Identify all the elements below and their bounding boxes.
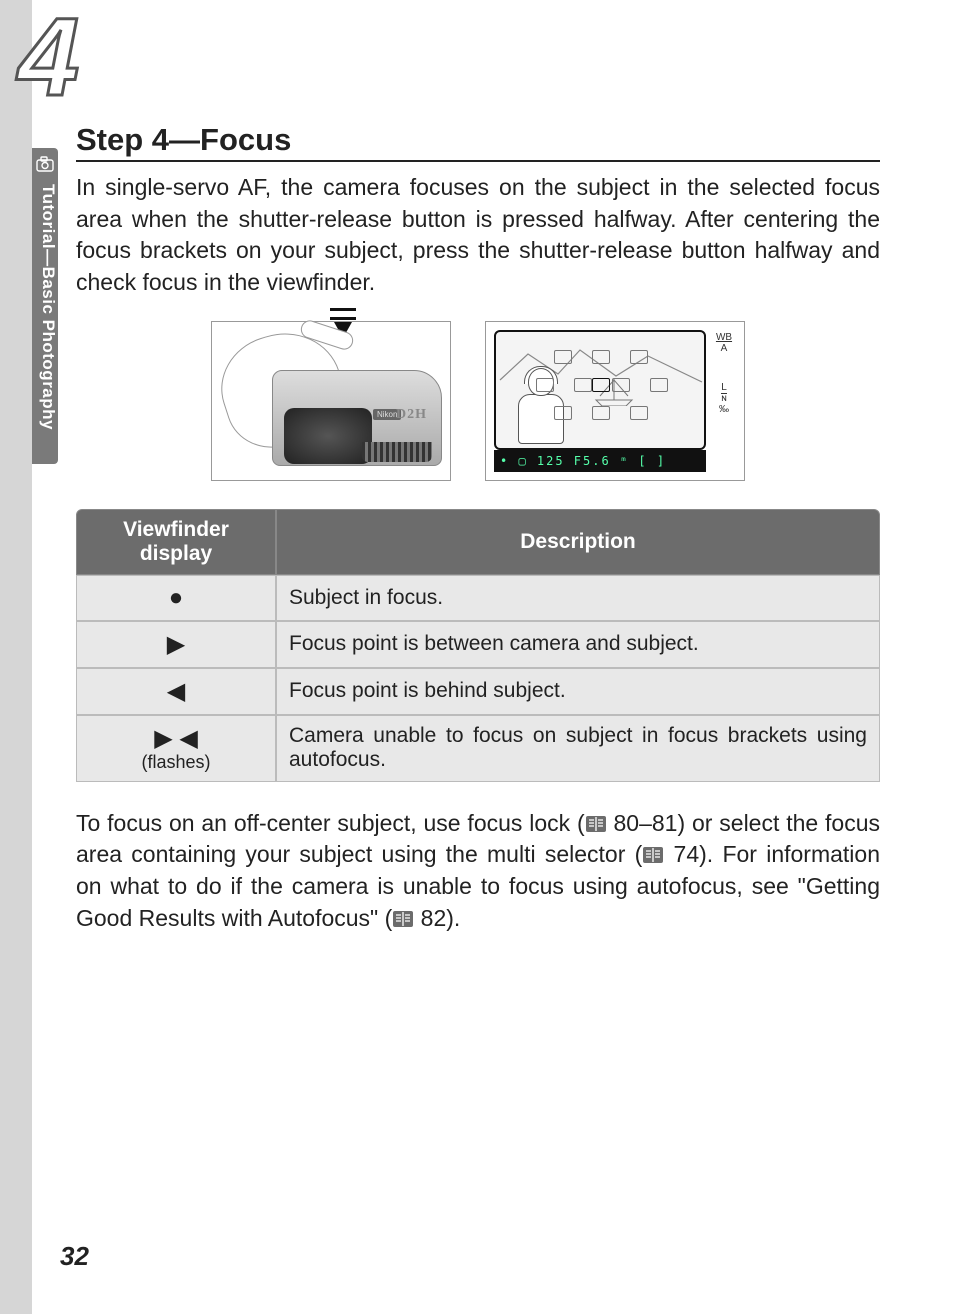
figure-camera-press: Nikon D2H [211, 321, 451, 481]
camera-lens [284, 408, 372, 464]
camera-icon [36, 156, 54, 172]
viewfinder-frame [494, 330, 706, 450]
desc-in-focus: Subject in focus. [276, 575, 880, 621]
left-gutter [0, 0, 32, 1314]
quality-indicator: L ɴ ‰ [710, 382, 738, 415]
section-tab-label: Tutorial—Basic Photography [32, 182, 58, 462]
manual-page: 4 Tutorial—Basic Photography Step 4—Focu… [0, 0, 954, 1314]
focus-bracket [592, 406, 610, 420]
table-row: ▶ ◀ (flashes) Camera unable to focus on … [76, 715, 880, 782]
viewfinder-status-bar: • ▢ 125 F5.6 ᵐ [ ] [494, 450, 706, 472]
press-indicator-bars [330, 308, 356, 320]
desc-front-focus: Focus point is between camera and subjec… [276, 621, 880, 668]
wb-indicator: WB A [710, 332, 738, 354]
table-header-description: Description [276, 509, 880, 575]
section-tab: Tutorial—Basic Photography [32, 148, 58, 464]
camera-model-label: D2H [396, 407, 427, 423]
page-number: 32 [60, 1241, 89, 1272]
focus-bracket [630, 350, 648, 364]
focus-bracket [536, 378, 554, 392]
viewfinder-side-indicators: WB A L ɴ ‰ [710, 332, 738, 443]
desc-unable-focus: Camera unable to focus on subject in foc… [276, 715, 880, 782]
page-reference-icon [642, 845, 664, 865]
figure-viewfinder: • ▢ 125 F5.6 ᵐ [ ] WB A L ɴ ‰ [485, 321, 745, 481]
table-row: ◀ Focus point is behind subject. [76, 668, 880, 715]
intro-paragraph: In single-servo AF, the camera focuses o… [76, 172, 880, 299]
focus-bracket [554, 350, 572, 364]
desc-back-focus: Focus point is behind subject. [276, 668, 880, 715]
page-title: Step 4—Focus [76, 122, 880, 162]
camera-grip [362, 442, 432, 462]
table-header-display: Viewfinder display [76, 509, 276, 575]
content-area: Step 4—Focus In single-servo AF, the cam… [76, 122, 880, 935]
symbol-front-focus: ▶ [76, 621, 276, 668]
focus-bracket [574, 378, 592, 392]
viewfinder-display-table: Viewfinder display Description ● Subject… [76, 509, 880, 782]
focus-bracket [612, 378, 630, 392]
table-row: ● Subject in focus. [76, 575, 880, 621]
page-reference-icon [392, 909, 414, 929]
symbol-back-focus: ◀ [76, 668, 276, 715]
chapter-number: 4 [18, 0, 73, 121]
focus-bracket [592, 350, 610, 364]
focus-bracket [650, 378, 668, 392]
table-row: ▶ Focus point is between camera and subj… [76, 621, 880, 668]
symbol-in-focus: ● [76, 575, 276, 621]
page-reference-icon [585, 814, 607, 834]
focus-bracket [554, 406, 572, 420]
post-paragraph: To focus on an off-center subject, use f… [76, 808, 880, 935]
focus-bracket [630, 406, 648, 420]
focus-bracket-active [592, 378, 610, 392]
symbol-unable-focus: ▶ ◀ (flashes) [76, 715, 276, 782]
figure-row: Nikon D2H [76, 321, 880, 481]
